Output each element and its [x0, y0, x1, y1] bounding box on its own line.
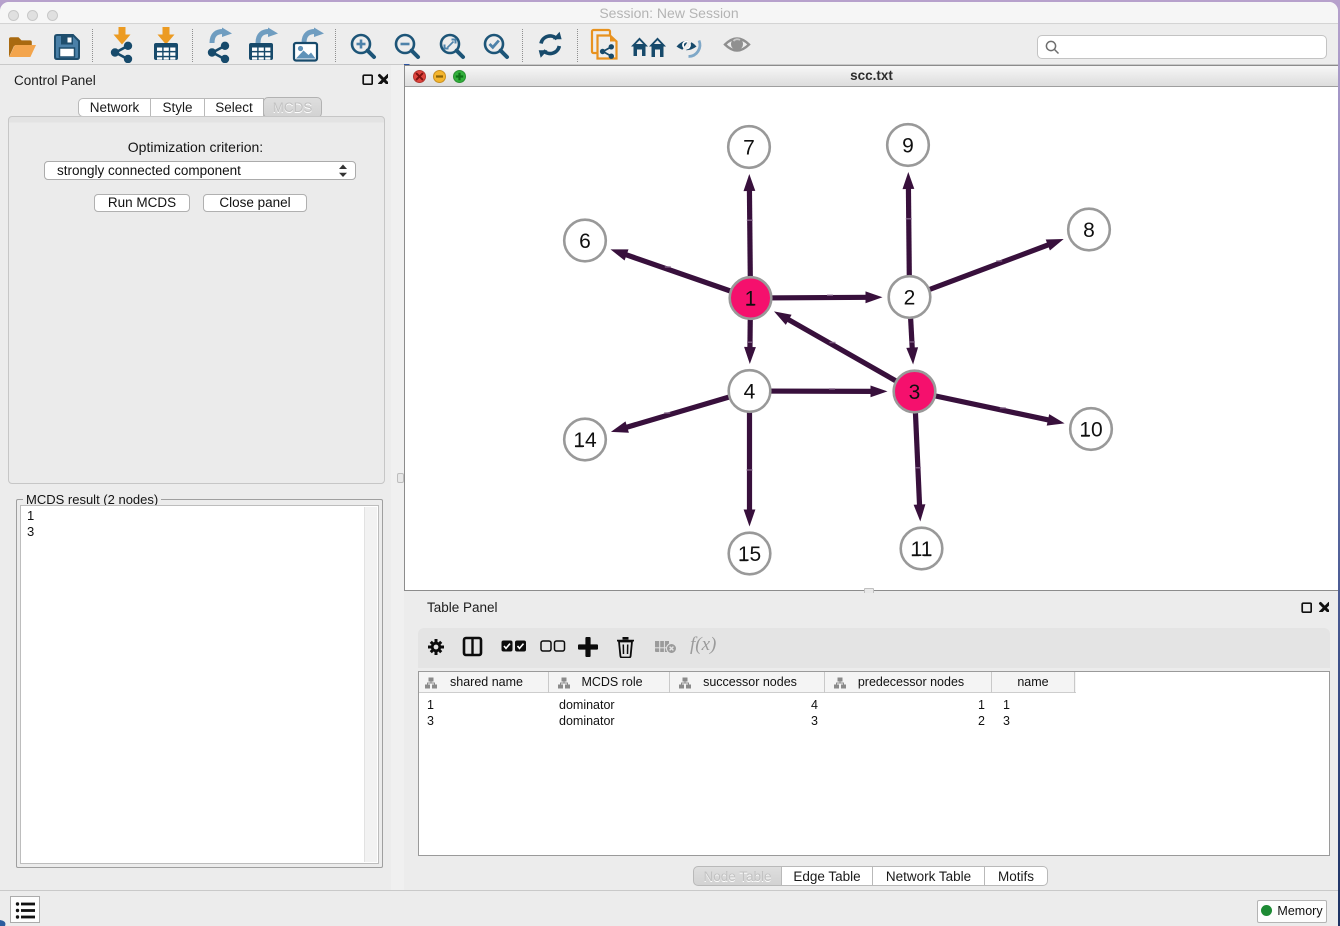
svg-text:4: 4	[744, 381, 756, 404]
svg-text:9: 9	[902, 135, 914, 158]
svg-text:10: 10	[1079, 419, 1102, 442]
svg-text:7: 7	[743, 137, 755, 160]
svg-text:15: 15	[738, 543, 761, 566]
svg-text:3: 3	[909, 381, 921, 404]
svg-text:6: 6	[579, 230, 591, 253]
svg-text:1: 1	[745, 288, 757, 311]
svg-text:8: 8	[1083, 219, 1095, 242]
svg-text:2: 2	[904, 287, 916, 310]
svg-text:11: 11	[911, 538, 933, 561]
svg-text:14: 14	[573, 429, 597, 452]
